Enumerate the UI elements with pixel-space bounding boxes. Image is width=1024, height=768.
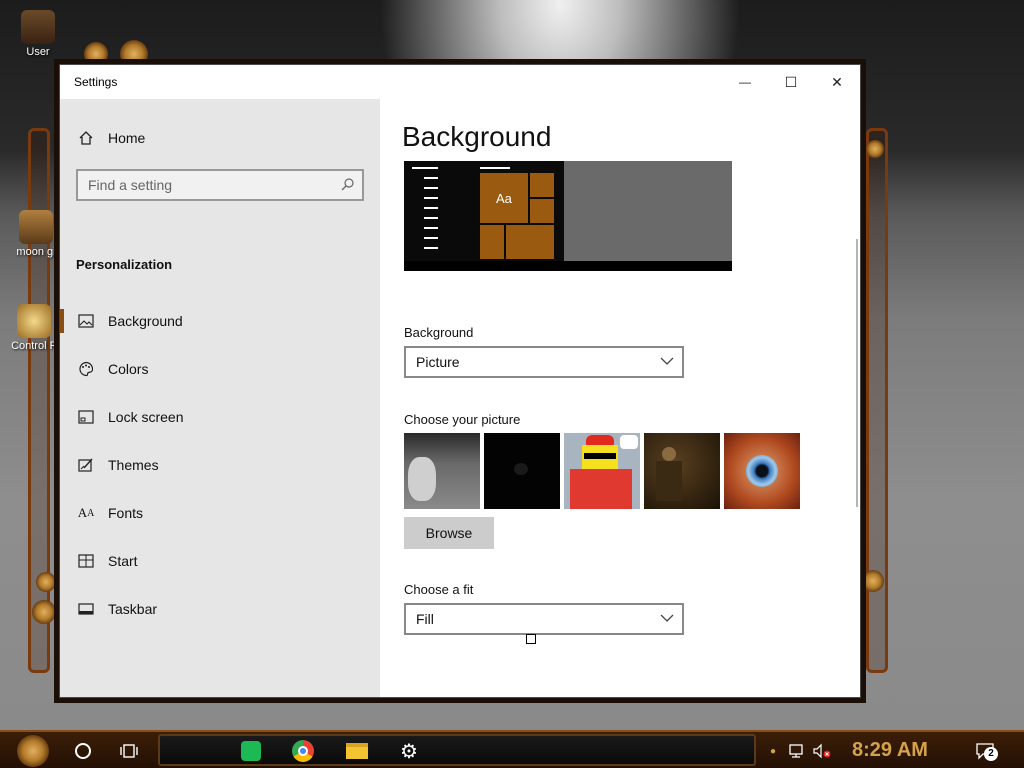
chevron-down-icon xyxy=(660,353,674,372)
preview-tile xyxy=(480,225,504,259)
sidebar-item-label: Background xyxy=(108,313,183,329)
section-heading: Personalization xyxy=(76,257,173,272)
picture-thumbnail-cartoon[interactable] xyxy=(564,433,640,509)
preview-sample-text: Aa xyxy=(496,191,512,206)
sidebar-item-background[interactable]: Background xyxy=(76,303,183,339)
taskbar-icon xyxy=(76,599,96,619)
sidebar-item-fonts[interactable]: AA Fonts xyxy=(76,495,143,531)
desktop-icon-moon[interactable]: moon gi xyxy=(6,210,66,258)
picture-thumbnail-eye[interactable] xyxy=(724,433,800,509)
maximize-icon: ☐ xyxy=(784,73,798,90)
gear-decoration xyxy=(120,40,148,68)
fonts-icon: AA xyxy=(77,505,95,520)
gear-decoration xyxy=(32,600,56,624)
desktop-icon-control-panel[interactable]: Control P xyxy=(4,304,64,352)
start-icon xyxy=(76,551,96,571)
themes-icon xyxy=(76,455,96,475)
volume-muted-icon[interactable] xyxy=(810,735,834,767)
preview-tile xyxy=(530,173,554,197)
cortana-icon[interactable] xyxy=(66,735,100,767)
preview-taskbar xyxy=(404,261,732,271)
preview-tile xyxy=(506,225,554,259)
desktop-icon-label: moon gi xyxy=(16,246,56,258)
gear-decoration xyxy=(84,42,108,66)
choose-fit-label: Choose a fit xyxy=(404,582,474,597)
gear-decoration xyxy=(36,572,56,592)
start-gear-icon[interactable] xyxy=(8,735,58,767)
user-folder-icon xyxy=(21,10,55,44)
desktop-icon-user[interactable]: User xyxy=(8,10,68,58)
choose-picture-label: Choose your picture xyxy=(404,412,521,427)
sidebar-item-lock-screen[interactable]: Lock screen xyxy=(76,399,183,435)
minimize-button[interactable]: — xyxy=(722,65,768,99)
settings-sidebar: Home Personalization Background Colors xyxy=(60,99,380,697)
sidebar-item-start[interactable]: Start xyxy=(76,543,138,579)
title-bar[interactable]: Settings — ☐ ✕ xyxy=(60,65,860,99)
task-view-icon[interactable] xyxy=(112,735,146,767)
network-icon[interactable] xyxy=(786,735,808,767)
desktop-preview: Aa xyxy=(404,161,732,271)
notes-app-icon[interactable] xyxy=(236,735,266,767)
browse-button[interactable]: Browse xyxy=(404,517,494,549)
show-hidden-icons[interactable]: ● xyxy=(766,735,780,767)
picture-thumbnail-teddy-bear[interactable] xyxy=(404,433,480,509)
action-center-icon[interactable]: 2 xyxy=(970,735,1000,767)
background-dropdown-value: Picture xyxy=(416,354,460,370)
nav-home[interactable]: Home xyxy=(76,120,145,156)
preview-line xyxy=(480,167,510,169)
background-label: Background xyxy=(404,325,474,340)
page-title: Background xyxy=(402,121,552,152)
image-icon xyxy=(76,311,96,331)
chrome-icon[interactable] xyxy=(288,735,318,767)
close-icon: ✕ xyxy=(831,73,843,90)
nav-home-label: Home xyxy=(108,130,146,146)
picture-thumbnail-steampunk[interactable] xyxy=(644,433,720,509)
maximize-button[interactable]: ☐ xyxy=(768,65,814,99)
gear-decoration xyxy=(866,140,884,158)
fit-dropdown-value: Fill xyxy=(416,611,434,627)
desktop-icon-label: User xyxy=(26,46,50,58)
sidebar-item-label: Fonts xyxy=(108,505,144,521)
sidebar-item-taskbar[interactable]: Taskbar xyxy=(76,591,157,627)
picture-thumbnail-dark[interactable] xyxy=(484,433,560,509)
sidebar-item-label: Lock screen xyxy=(108,409,184,425)
sidebar-item-label: Taskbar xyxy=(108,601,158,617)
background-dropdown[interactable]: Picture xyxy=(404,346,684,378)
gear-decoration xyxy=(862,570,884,592)
search-box[interactable] xyxy=(76,169,364,201)
file-explorer-icon[interactable] xyxy=(342,735,372,767)
settings-icon[interactable]: ⚙ xyxy=(394,735,424,767)
settings-window: Settings — ☐ ✕ Home Personalization xyxy=(60,65,860,697)
sidebar-item-colors[interactable]: Colors xyxy=(76,351,148,387)
preview-line xyxy=(412,167,438,169)
selected-indicator xyxy=(60,309,64,333)
chevron-down-icon xyxy=(660,610,674,629)
sidebar-item-label: Colors xyxy=(108,361,149,377)
clock[interactable]: 8:29 AM xyxy=(852,739,928,762)
notification-count: 2 xyxy=(984,747,998,761)
sidebar-item-label: Themes xyxy=(108,457,159,473)
palette-icon xyxy=(76,359,96,379)
mouse-cursor-icon xyxy=(526,634,536,644)
preview-tile xyxy=(530,199,554,223)
lock-screen-icon xyxy=(76,407,96,427)
taskbar: ⚙ ● 8:29 AM 2 xyxy=(0,730,1024,768)
minimize-icon: — xyxy=(739,75,751,89)
desktop-icon-label: Control P xyxy=(11,340,57,352)
scrollbar[interactable] xyxy=(856,239,858,507)
preview-list xyxy=(424,177,438,255)
preview-tile-large: Aa xyxy=(480,173,528,223)
settings-content: Background Aa Background Picture Choose … xyxy=(380,99,860,697)
sidebar-item-themes[interactable]: Themes xyxy=(76,447,159,483)
control-panel-icon xyxy=(17,304,51,338)
window-title: Settings xyxy=(74,75,118,89)
search-icon[interactable] xyxy=(340,177,356,198)
fit-dropdown[interactable]: Fill xyxy=(404,603,684,635)
search-input[interactable] xyxy=(78,171,328,199)
close-button[interactable]: ✕ xyxy=(814,65,860,99)
moon-gif-icon xyxy=(19,210,53,244)
home-icon xyxy=(76,128,96,148)
sidebar-item-label: Start xyxy=(108,553,138,569)
